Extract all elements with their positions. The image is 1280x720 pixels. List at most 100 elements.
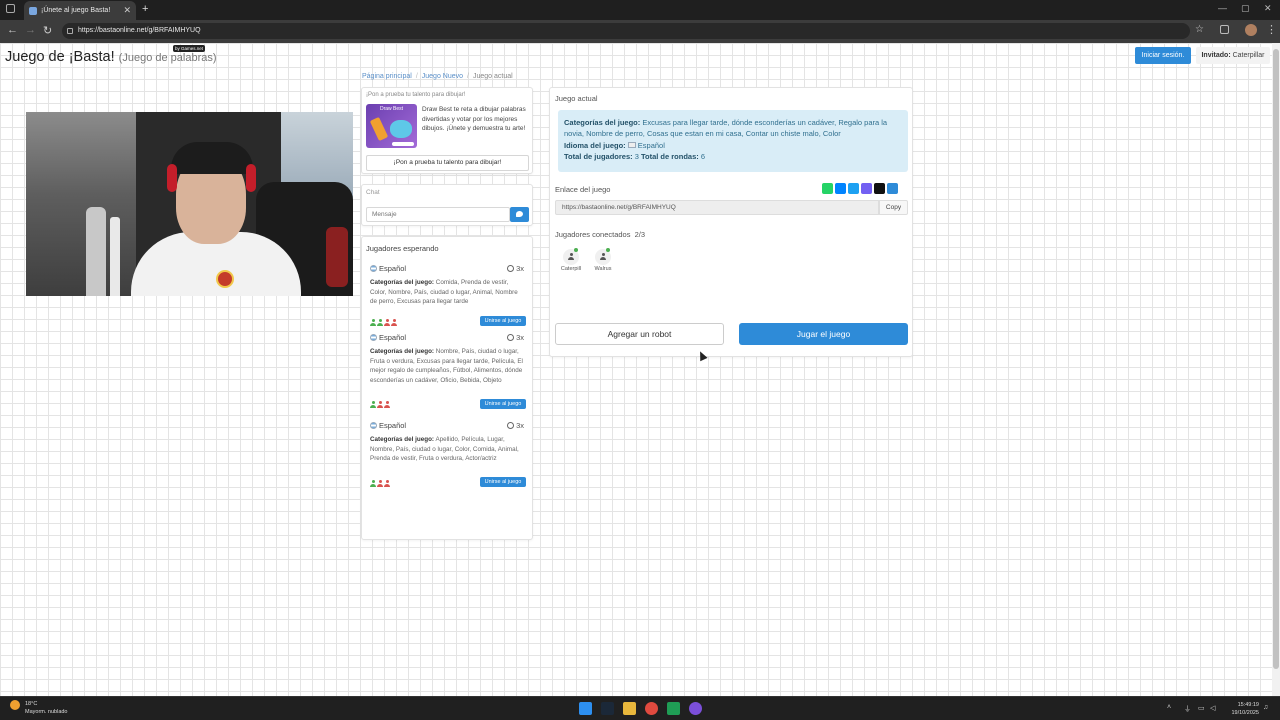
player-avatar[interactable]: Walrus <box>592 248 614 272</box>
player-name: Caterpill <box>560 266 582 272</box>
player-open-slot-icon <box>377 401 383 408</box>
language-flag-icon <box>627 141 636 148</box>
user-icon <box>600 253 606 260</box>
categories-label: Categorías del juego: <box>564 118 641 127</box>
webcam-overlay <box>26 112 353 296</box>
game-categories: Categorías del juego: Comida, Prenda de … <box>370 279 518 306</box>
close-window-button[interactable]: ✕ <box>1264 3 1272 14</box>
language-value: Español <box>637 140 665 150</box>
game-player-slots <box>370 399 391 408</box>
join-game-button[interactable]: Unirse al juego <box>480 316 526 326</box>
network-icon[interactable]: ▭ <box>1198 704 1205 712</box>
messenger-share-icon[interactable] <box>835 183 846 194</box>
current-game-panel: Juego actual Categorías del juego: Excus… <box>549 87 913 357</box>
drawbest-image[interactable]: Draw Best <box>366 104 417 148</box>
game-link-field[interactable]: https://bastaonline.net/g/BRFAIMHYUQ <box>555 200 879 215</box>
more-share-icon[interactable] <box>887 183 898 194</box>
login-button[interactable]: Iniciar sesión. <box>1135 47 1191 64</box>
online-status-dot <box>606 248 610 252</box>
drawbest-image-title: Draw Best <box>379 106 404 112</box>
breadcrumb-separator: / <box>415 73 418 80</box>
address-bar: ← → ↻ https://bastaonline.net/g/BRFAIMHY… <box>0 20 1280 43</box>
page: Juego de ¡Basta! (Juego de palabras) by … <box>0 43 1272 696</box>
system-clock[interactable]: 15:49:19 19/10/2025 <box>1225 701 1259 717</box>
game-player-slots <box>370 478 391 487</box>
minimize-button[interactable]: — <box>1218 3 1227 13</box>
file-explorer-icon[interactable] <box>623 702 636 715</box>
players-total-value: 3 <box>634 152 639 162</box>
maximize-button[interactable]: ▢ <box>1241 3 1250 14</box>
scrollbar-thumb[interactable] <box>1273 49 1279 669</box>
extensions-icon[interactable] <box>1220 25 1229 34</box>
browser-menu-icon[interactable]: ⋮ <box>1266 23 1277 36</box>
promo-cta-button[interactable]: ¡Pon a prueba tu talento para dibujar! <box>366 155 529 171</box>
steam-icon[interactable] <box>601 702 614 715</box>
breadcrumb-home[interactable]: Página principal <box>362 73 412 80</box>
profile-avatar[interactable] <box>1245 24 1257 36</box>
new-tab-button[interactable]: + <box>142 3 148 15</box>
promo-heading: ¡Pon a prueba tu talento para dibujar! <box>366 92 466 98</box>
chat-send-button[interactable] <box>510 207 529 222</box>
chat-message-input[interactable] <box>366 207 510 222</box>
url-text: https://bastaonline.net/g/BRFAIMHYUQ <box>78 27 201 34</box>
online-status-dot <box>574 248 578 252</box>
site-info-icon[interactable] <box>67 28 73 34</box>
tray-app-icon[interactable]: ⏚ <box>1184 704 1191 714</box>
rounds-icon <box>507 265 515 272</box>
join-game-button[interactable]: Unirse al juego <box>480 399 526 409</box>
play-game-button[interactable]: Jugar el juego <box>739 323 908 345</box>
player-joined-icon <box>370 319 376 326</box>
reload-button[interactable]: ↻ <box>43 24 52 37</box>
promo-description: Draw Best te reta a dibujar palabras div… <box>422 106 526 132</box>
game-rounds: 3x <box>507 333 524 342</box>
whatsapp-share-icon[interactable] <box>822 183 833 194</box>
game-categories: Categorías del juego: Apellido, Película… <box>370 436 519 463</box>
site-title-main: Juego de ¡Basta! <box>5 49 115 65</box>
add-robot-button[interactable]: Agregar un robot <box>555 323 724 345</box>
chrome-icon[interactable] <box>645 702 658 715</box>
breadcrumb-new-game[interactable]: Juego Nuevo <box>422 73 463 80</box>
breadcrumb-current: Juego actual <box>472 73 513 80</box>
connected-players-label: Jugadores conectados 2/3 <box>555 230 646 239</box>
url-field[interactable]: https://bastaonline.net/g/BRFAIMHYUQ <box>62 23 1190 39</box>
chat-bubble-icon <box>516 211 523 217</box>
guest-label: Invitado: <box>1201 52 1231 59</box>
twitter-share-icon[interactable] <box>848 183 859 194</box>
viber-share-icon[interactable] <box>861 183 872 194</box>
tab-close-icon[interactable]: ✕ <box>123 5 131 16</box>
user-icon <box>568 253 574 260</box>
app-purple-icon[interactable] <box>689 702 702 715</box>
guest-user[interactable]: Invitado: Caterpillar <box>1196 47 1270 64</box>
player-open-slot-icon <box>391 319 397 326</box>
connected-count: 2/3 <box>634 230 646 239</box>
weather-icon[interactable] <box>10 700 20 710</box>
player-joined-icon <box>377 319 383 326</box>
rounds-icon <box>507 334 515 341</box>
current-game-title: Juego actual <box>555 94 598 103</box>
site-title-sub: (Juego de palabras) <box>118 52 217 64</box>
app-green-icon[interactable] <box>667 702 680 715</box>
chat-title: Chat <box>366 189 380 196</box>
tray-chevron-icon[interactable]: ˄ <box>1167 704 1171 711</box>
start-windows-icon[interactable] <box>579 702 592 715</box>
back-button[interactable]: ← <box>7 24 18 36</box>
volume-icon[interactable]: ◁ <box>1210 704 1215 712</box>
snapchat-share-icon[interactable] <box>874 183 885 194</box>
player-avatar[interactable]: Caterpill <box>560 248 582 272</box>
weather-desc: Mayorm. nublado <box>25 709 68 715</box>
waiting-title: Jugadores esperando <box>366 244 439 253</box>
weather-widget[interactable]: 18°C Mayorm. nublado <box>25 700 68 716</box>
game-language: Español <box>370 333 406 342</box>
favicon-icon <box>29 6 37 15</box>
argentina-flag-icon <box>370 334 377 341</box>
forward-button[interactable]: → <box>25 24 36 36</box>
copy-link-button[interactable]: Copy <box>879 200 908 215</box>
page-scrollbar[interactable] <box>1272 43 1280 696</box>
rounds-total-label: Total de rondas: <box>640 152 699 162</box>
bookmark-star-icon[interactable]: ☆ <box>1195 24 1204 35</box>
tab-search-icon[interactable] <box>6 4 15 13</box>
join-game-button[interactable]: Unirse al juego <box>480 477 526 487</box>
notifications-icon[interactable]: ♫ <box>1263 704 1268 711</box>
browser-tab[interactable]: ¡Únete al juego Basta! ✕ <box>24 1 136 20</box>
game-rounds: 3x <box>507 421 524 430</box>
